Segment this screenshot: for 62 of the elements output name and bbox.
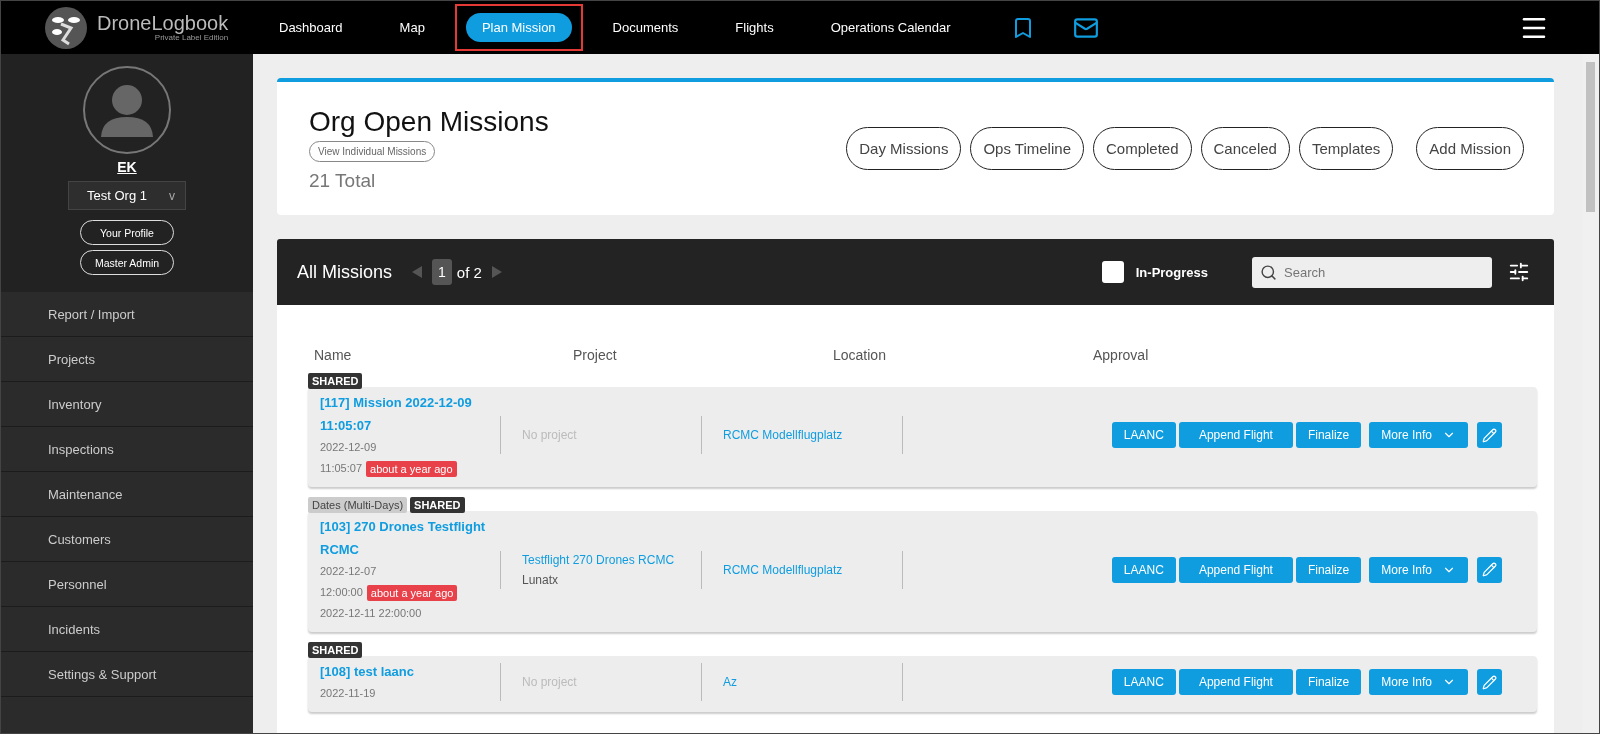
logo-edition: Private Label Edition — [154, 33, 229, 42]
pencil-icon — [1482, 674, 1497, 690]
sidebar-item[interactable]: Inspections — [1, 427, 253, 472]
filter-button[interactable]: Ops Timeline — [970, 127, 1084, 170]
nav-tab[interactable]: Operations Calendar — [814, 13, 967, 42]
checkbox-label: In-Progress — [1135, 264, 1208, 280]
next-page-icon[interactable] — [491, 266, 502, 278]
mission-tag: SHARED — [410, 497, 465, 513]
nav-tab[interactable]: Map — [383, 13, 441, 42]
mission-tag: SHARED — [308, 373, 363, 389]
in-progress-checkbox[interactable] — [1101, 261, 1124, 283]
nav-tab[interactable]: Flights — [719, 13, 790, 42]
sidebar-item[interactable]: Incidents — [1, 607, 253, 652]
edit-button[interactable] — [1477, 669, 1502, 695]
age-label: about a year ago — [366, 584, 458, 601]
user-initials[interactable]: EK — [117, 159, 137, 175]
page-count: of 2 — [456, 263, 482, 281]
mission-end-date: 2022-12-11 22:00:00 — [320, 606, 423, 621]
list-title: All Missions — [297, 261, 393, 283]
mission-tag: Dates (Multi-Days) — [308, 497, 408, 513]
edit-button[interactable] — [1477, 422, 1502, 448]
edit-button[interactable] — [1477, 556, 1502, 583]
mission-date: 2022-11-19 — [320, 686, 377, 701]
filter-settings-icon[interactable] — [1508, 261, 1530, 283]
sidebar-item[interactable]: Projects — [1, 337, 253, 382]
pencil-icon — [1482, 562, 1497, 577]
previous-page-icon[interactable] — [412, 266, 423, 278]
mission-time: 11:05:07 — [320, 461, 362, 476]
filter-button[interactable]: Templates — [1298, 127, 1394, 170]
total-count: 21 Total — [309, 169, 376, 192]
sidebar-item[interactable]: Settings & Support — [1, 652, 253, 697]
filter-button[interactable]: Canceled — [1200, 127, 1290, 170]
avatar-icon — [82, 65, 172, 155]
column-header: Approval — [1093, 347, 1150, 363]
nav-tab[interactable]: Dashboard — [263, 13, 359, 42]
org-select[interactable]: Test Org 1 v — [68, 181, 186, 210]
nav-tab[interactable]: Documents — [596, 13, 695, 42]
sidebar-item[interactable]: Maintenance — [1, 472, 253, 517]
column-header: Project — [573, 347, 618, 363]
current-page: 1 — [432, 259, 452, 285]
mission-time: 12:00:00 — [320, 585, 363, 600]
mission-date: 2022-12-09 — [320, 440, 378, 455]
search-icon — [1260, 263, 1277, 281]
pencil-icon — [1482, 427, 1497, 443]
filter-button[interactable]: Add Mission — [1416, 127, 1524, 170]
sidebar-item[interactable]: Personnel — [1, 562, 253, 607]
search-field[interactable]: Search — [1252, 256, 1492, 288]
filter-button[interactable]: Completed — [1093, 127, 1192, 170]
page-title: Org Open Missions — [309, 105, 549, 138]
filter-button[interactable]: Day Missions — [846, 127, 962, 170]
mission-date: 2022-12-07 — [320, 564, 378, 579]
sidebar-item[interactable]: Inventory — [1, 382, 253, 427]
age-label: about a year ago — [366, 460, 457, 477]
column-header: Location — [833, 347, 887, 363]
project-owner: Lunatx — [522, 572, 560, 587]
column-header: Name — [314, 347, 353, 363]
scrollbar-thumb[interactable] — [1586, 62, 1595, 212]
sidebar-item[interactable]: Report / Import — [1, 292, 253, 337]
view-toggle-button[interactable]: View Individual Missions — [309, 140, 436, 162]
mission-tag: SHARED — [308, 642, 363, 658]
logo-name: DroneLogbook — [97, 13, 229, 33]
sidebar-item[interactable]: Customers — [1, 517, 253, 562]
